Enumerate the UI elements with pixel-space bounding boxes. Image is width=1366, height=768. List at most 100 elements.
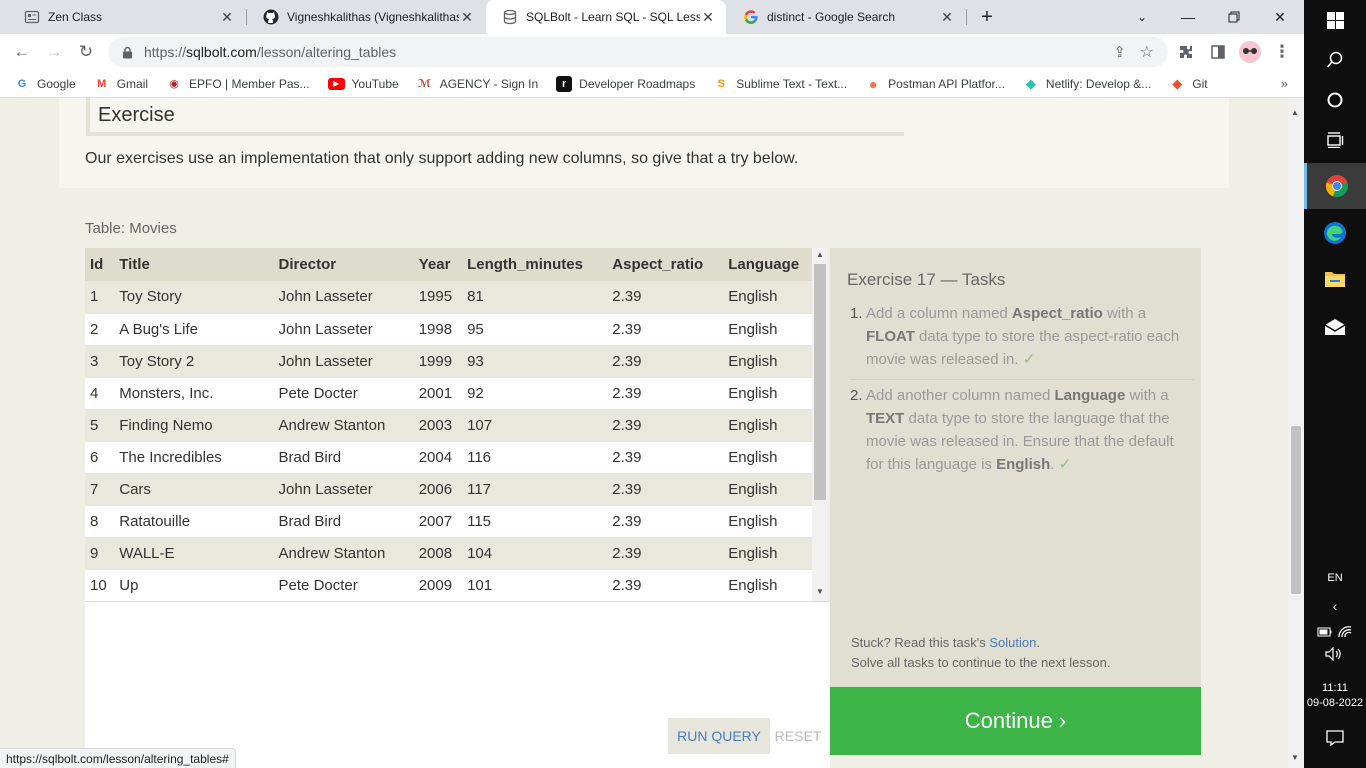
table-cell: John Lasseter	[273, 345, 414, 378]
volume-icon[interactable]	[1304, 644, 1366, 664]
youtube-icon: ▶	[327, 77, 345, 90]
table-cell: 2.39	[607, 537, 724, 570]
table-cell: Pete Docter	[273, 569, 414, 601]
bookmark-gmail[interactable]: M Gmail	[94, 76, 148, 92]
chrome-taskbar-icon[interactable]	[1304, 163, 1366, 209]
table-row: 9 WALL-E Andrew Stanton 2008 104 2.39 English	[85, 537, 812, 570]
close-tab-icon[interactable]: ✕	[459, 9, 475, 25]
bookmark-agency[interactable]: ℳ AGENCY - Sign In	[417, 76, 538, 92]
system-clock[interactable]: 11:11 09-08-2022	[1304, 679, 1366, 713]
extensions-icon[interactable]	[1172, 38, 1200, 66]
lock-icon[interactable]	[120, 45, 134, 59]
bookmark-postman[interactable]: ● Postman API Platfor...	[865, 76, 1005, 92]
minimize-icon[interactable]: —	[1165, 0, 1211, 34]
scroll-up-icon[interactable]: ▲	[816, 250, 824, 259]
table-cell: Pete Docter	[273, 377, 414, 410]
stuck-text: .	[1036, 635, 1040, 650]
table-cell: 104	[462, 537, 608, 570]
tab-zen-class[interactable]: Zen Class ✕	[8, 0, 245, 34]
table-cell: WALL-E	[114, 537, 274, 570]
bookmark-google[interactable]: G Google	[14, 76, 76, 92]
language-indicator[interactable]: EN	[1304, 568, 1366, 588]
roadmaps-icon: r	[556, 75, 573, 92]
restore-icon[interactable]	[1211, 0, 1257, 34]
table-cell: 2001	[413, 377, 463, 410]
table-cell: 2	[85, 313, 115, 346]
tab-search-icon[interactable]: ⌄	[1119, 0, 1165, 34]
table-cell: English	[723, 505, 812, 538]
clock-date: 09-08-2022	[1306, 697, 1364, 709]
table-cell: 2.39	[607, 377, 724, 410]
table-cell: A Bug's Life	[114, 313, 274, 346]
file-explorer-icon[interactable]	[1304, 258, 1366, 300]
table-cell: 2009	[413, 569, 463, 601]
windows-start-icon[interactable]	[1304, 4, 1366, 36]
stuck-hint: Stuck? Read this task's Solution. Solve …	[851, 633, 1110, 673]
bookmark-git[interactable]: ◆ Git	[1169, 76, 1207, 92]
more-bookmarks-icon[interactable]: »	[1281, 76, 1288, 91]
table-cell: Ratatouille	[114, 505, 274, 538]
cortana-icon[interactable]	[1304, 84, 1366, 116]
bookmark-netlify[interactable]: ◆ Netlify: Develop &...	[1023, 76, 1151, 92]
table-cell: Andrew Stanton	[273, 537, 414, 570]
run-query-button[interactable]: RUN QUERY	[668, 718, 770, 754]
task-view-icon[interactable]	[1304, 124, 1366, 156]
close-tab-icon[interactable]: ✕	[700, 9, 716, 25]
tab-github[interactable]: Vigneshkalithas (Vigneshkalithas) ✕	[247, 0, 485, 34]
table-cell: English	[723, 409, 812, 442]
share-icon[interactable]: ⇪	[1113, 43, 1126, 61]
table-cell: 2.39	[607, 409, 724, 442]
page-scrollbar[interactable]: ▲ ▼	[1288, 98, 1304, 768]
tab-google-search[interactable]: distinct - Google Search ✕	[727, 0, 965, 34]
table-cell: 2.39	[607, 313, 724, 346]
scroll-up-icon[interactable]: ▲	[1291, 108, 1299, 117]
table-cell: 95	[462, 313, 608, 346]
table-caption: Table: Movies	[85, 220, 177, 237]
stuck-text: Stuck? Read this task's	[851, 635, 990, 650]
close-window-icon[interactable]: ✕	[1257, 0, 1303, 34]
exercise-intro: Our exercises use an implementation that…	[85, 150, 799, 167]
solution-link[interactable]: Solution	[989, 635, 1036, 650]
close-tab-icon[interactable]: ✕	[939, 9, 955, 25]
table-scrollbar[interactable]: ▲ ▼	[812, 248, 828, 601]
lesson-exercise-section: Exercise Our exercises use an implementa…	[59, 98, 1229, 188]
tab-title: SQLBolt - Learn SQL - SQL Lesson	[526, 10, 700, 24]
continue-button[interactable]: Continue ›	[830, 687, 1201, 755]
task-text-part: with a	[1125, 387, 1169, 404]
side-panel-icon[interactable]	[1204, 38, 1232, 66]
battery-wifi-icons[interactable]	[1304, 622, 1366, 642]
table-cell: English	[723, 441, 812, 474]
bookmark-epfo[interactable]: ◉ EPFO | Member Pas...	[166, 76, 309, 92]
reset-button[interactable]: RESET	[770, 718, 826, 754]
column-header: Length_minutes	[462, 248, 608, 281]
bookmark-star-icon[interactable]: ☆	[1140, 42, 1154, 62]
table-body: 1 Toy Story John Lasseter 1995 81 2.39 English…	[85, 281, 812, 601]
show-hidden-icons[interactable]: ‹	[1304, 596, 1366, 616]
table-scrollbar-thumb[interactable]	[814, 264, 826, 500]
exercise-heading: Exercise	[86, 98, 904, 136]
bookmark-developer-roadmaps[interactable]: r Developer Roadmaps	[556, 75, 695, 92]
bookmark-sublime[interactable]: S Sublime Text - Text...	[713, 76, 848, 92]
reload-icon[interactable]: ↻	[72, 38, 100, 66]
address-bar[interactable]: https://sqlbolt.com/lesson/altering_tabl…	[108, 37, 1168, 67]
windows-taskbar: EN ‹ 11:11 09-08-2022	[1304, 0, 1366, 768]
table-cell: 2.39	[607, 441, 724, 474]
new-tab-icon[interactable]: +	[964, 0, 1010, 34]
table-cell: 5	[85, 409, 115, 442]
page-scrollbar-thumb[interactable]	[1291, 426, 1301, 594]
back-icon[interactable]: ←	[8, 38, 36, 66]
close-tab-icon[interactable]: ✕	[219, 9, 235, 25]
task-number: 2.	[850, 387, 863, 404]
forward-icon[interactable]: →	[40, 38, 68, 66]
scroll-down-icon[interactable]: ▼	[816, 587, 824, 596]
table-cell: 93	[462, 345, 608, 378]
bookmark-youtube[interactable]: ▶ YouTube	[327, 77, 399, 91]
scroll-down-icon[interactable]: ▼	[1291, 753, 1299, 762]
browser-menu-icon[interactable]: ⋮	[1268, 38, 1296, 66]
search-icon[interactable]	[1304, 44, 1366, 76]
edge-taskbar-icon[interactable]	[1304, 212, 1366, 254]
notifications-icon[interactable]	[1304, 726, 1366, 750]
mail-icon[interactable]	[1304, 306, 1366, 348]
profile-avatar-icon[interactable]	[1236, 38, 1264, 66]
tab-sqlbolt[interactable]: SQLBolt - Learn SQL - SQL Lesson ✕	[486, 0, 726, 34]
